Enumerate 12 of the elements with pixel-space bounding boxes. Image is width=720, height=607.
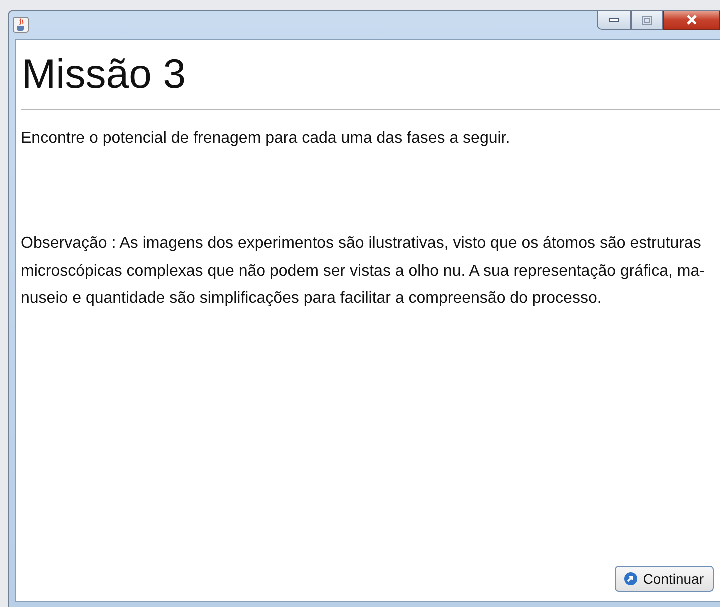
close-icon (686, 15, 698, 25)
note-paragraph: Observação : As imagens dos experimentos são ilustrativas, visto que os átomos são estruturas microscópicas complexas que não podem ser vistas a olho nu. A sua representação gráfica, ma- nuseio e quantidade são simplificações para facilitar a compreensão do processo. (21, 234, 706, 309)
continue-button[interactable]: Continuar (615, 566, 714, 592)
maximize-button[interactable] (631, 11, 663, 30)
minimize-button[interactable] (597, 11, 631, 30)
minimize-icon (609, 17, 619, 23)
maximize-icon (642, 16, 652, 24)
coffee-cup-icon (13, 17, 29, 33)
arrow-circle-icon (624, 572, 638, 586)
mission-title: Missão 3 (21, 52, 188, 96)
instruction-text: Encontre o potencial de frenagem para cada uma das fases a seguir. (21, 130, 512, 148)
close-button[interactable] (663, 11, 720, 30)
